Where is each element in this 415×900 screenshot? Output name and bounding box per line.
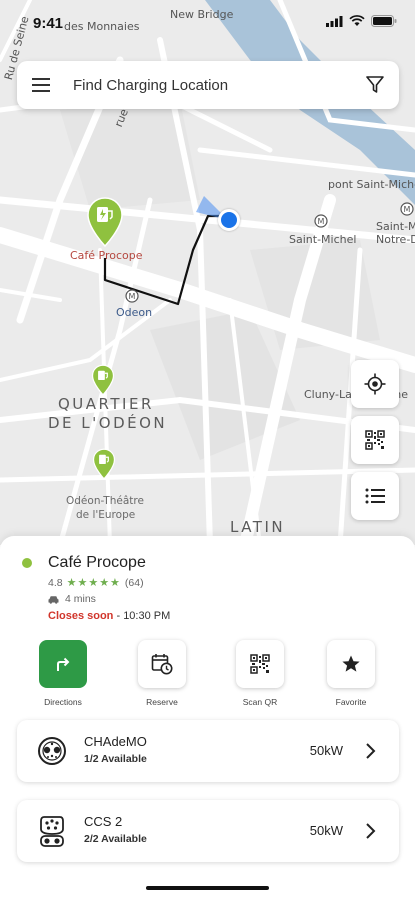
reserve-button[interactable] xyxy=(138,640,186,688)
connector-name: CCS 2 xyxy=(84,814,123,829)
map-view[interactable]: M M M des Monnaies New Bridge pont Saint… xyxy=(0,0,415,545)
qr-code-icon xyxy=(365,430,385,450)
action-bar: Directions Reserve Scan QR Favorite xyxy=(0,640,415,710)
favorite-action[interactable]: Favorite xyxy=(311,640,391,707)
map-label-notre-dame: Saint-MichelNotre-D xyxy=(376,220,415,246)
location-details-sheet[interactable]: Café Procope 4.8 ★★★★★ (64) 4 mins Close… xyxy=(0,536,415,900)
user-location-marker xyxy=(218,209,240,231)
connector-availability: 2/2 Available xyxy=(84,833,147,845)
rating-row: 4.8 ★★★★★ (64) xyxy=(48,576,144,590)
directions-button[interactable] xyxy=(39,640,87,688)
drive-time-row: 4 mins xyxy=(48,593,96,605)
connector-card-ccs2[interactable]: CCS 2 2/2 Available 50kW xyxy=(17,800,399,862)
map-label-pont-saint-michel: pont Saint-Michel xyxy=(328,178,415,191)
chevron-right-icon xyxy=(366,823,376,839)
connector-power: 50kW xyxy=(309,743,343,758)
charging-pin[interactable] xyxy=(92,448,116,480)
map-label-odeon-theatre: Odéon-Théâtre xyxy=(66,495,144,507)
open-status-dot xyxy=(22,558,32,568)
map-label-de-l-europe: de l'Europe xyxy=(76,509,136,521)
search-input[interactable]: Find Charging Location xyxy=(73,77,351,94)
connector-power: 50kW xyxy=(309,823,343,838)
review-count: (64) xyxy=(124,576,144,589)
home-indicator xyxy=(146,886,269,890)
search-bar[interactable]: Find Charging Location xyxy=(17,61,399,109)
reserve-action[interactable]: Reserve xyxy=(122,640,202,707)
closes-soon-label: Closes soon xyxy=(48,610,114,622)
status-time: 9:41 xyxy=(33,15,64,32)
car-icon xyxy=(48,595,59,604)
charging-pin-selected[interactable] xyxy=(86,196,124,248)
svg-text:M: M xyxy=(129,292,136,301)
map-label-de-l-odeon: DE L'ODÉON xyxy=(48,414,168,432)
directions-label: Directions xyxy=(44,697,82,707)
svg-text:M: M xyxy=(318,217,325,226)
favorite-label: Favorite xyxy=(335,697,367,707)
drive-time: 4 mins xyxy=(65,593,96,605)
location-title: Café Procope xyxy=(48,554,146,571)
ccs2-plug-icon xyxy=(37,815,67,847)
reserve-label: Reserve xyxy=(146,697,178,707)
connector-name: CHAdeMO xyxy=(84,734,147,749)
filter-icon[interactable] xyxy=(351,61,399,109)
calendar-clock-icon xyxy=(151,654,173,675)
map-label-new-bridge: New Bridge xyxy=(170,8,234,21)
scan-qr-action[interactable]: Scan QR xyxy=(220,640,300,707)
map-label-des-monnaies: des Monnaies xyxy=(64,20,140,33)
metro-saint-michel-icon: M xyxy=(314,214,328,228)
directions-icon xyxy=(57,657,70,671)
metro-odeon-icon: M xyxy=(125,289,139,303)
metro-notre-dame-icon: M xyxy=(400,202,414,216)
closing-time: - 10:30 PM xyxy=(116,610,171,622)
charging-pin[interactable] xyxy=(91,364,115,396)
favorite-button[interactable] xyxy=(327,640,375,688)
directions-action[interactable]: Directions xyxy=(23,640,103,707)
wifi-icon xyxy=(349,15,365,26)
chevron-right-icon xyxy=(366,743,376,759)
hamburger-menu-icon[interactable] xyxy=(17,61,65,109)
rating-value: 4.8 xyxy=(48,576,63,589)
map-label-saint-michel: Saint-Michel xyxy=(289,233,357,246)
map-label-quartier: QUARTIER xyxy=(58,395,154,413)
chademo-plug-icon xyxy=(37,735,67,767)
list-icon xyxy=(365,488,385,504)
crosshair-icon xyxy=(364,373,386,395)
connector-card-chademo[interactable]: CHAdeMO 1/2 Available 50kW xyxy=(17,720,399,782)
list-view-button[interactable] xyxy=(351,472,399,520)
hours-row: Closes soon - 10:30 PM xyxy=(48,610,170,622)
star-icon xyxy=(342,655,360,672)
map-label-cafe-procope: Café Procope xyxy=(70,249,143,262)
status-icons xyxy=(326,15,397,27)
scan-qr-button[interactable] xyxy=(236,640,284,688)
svg-text:M: M xyxy=(404,205,411,214)
locate-me-button[interactable] xyxy=(351,360,399,408)
map-label-latin: LATIN xyxy=(230,518,286,536)
connector-availability: 1/2 Available xyxy=(84,753,147,765)
map-label-odeon: Odeon xyxy=(116,306,153,319)
scan-qr-map-button[interactable] xyxy=(351,416,399,464)
rating-stars: ★★★★★ xyxy=(66,577,121,589)
battery-icon xyxy=(371,15,397,27)
scan-qr-label: Scan QR xyxy=(242,697,278,707)
qr-code-icon xyxy=(250,654,270,674)
cellular-signal-icon xyxy=(326,15,343,27)
